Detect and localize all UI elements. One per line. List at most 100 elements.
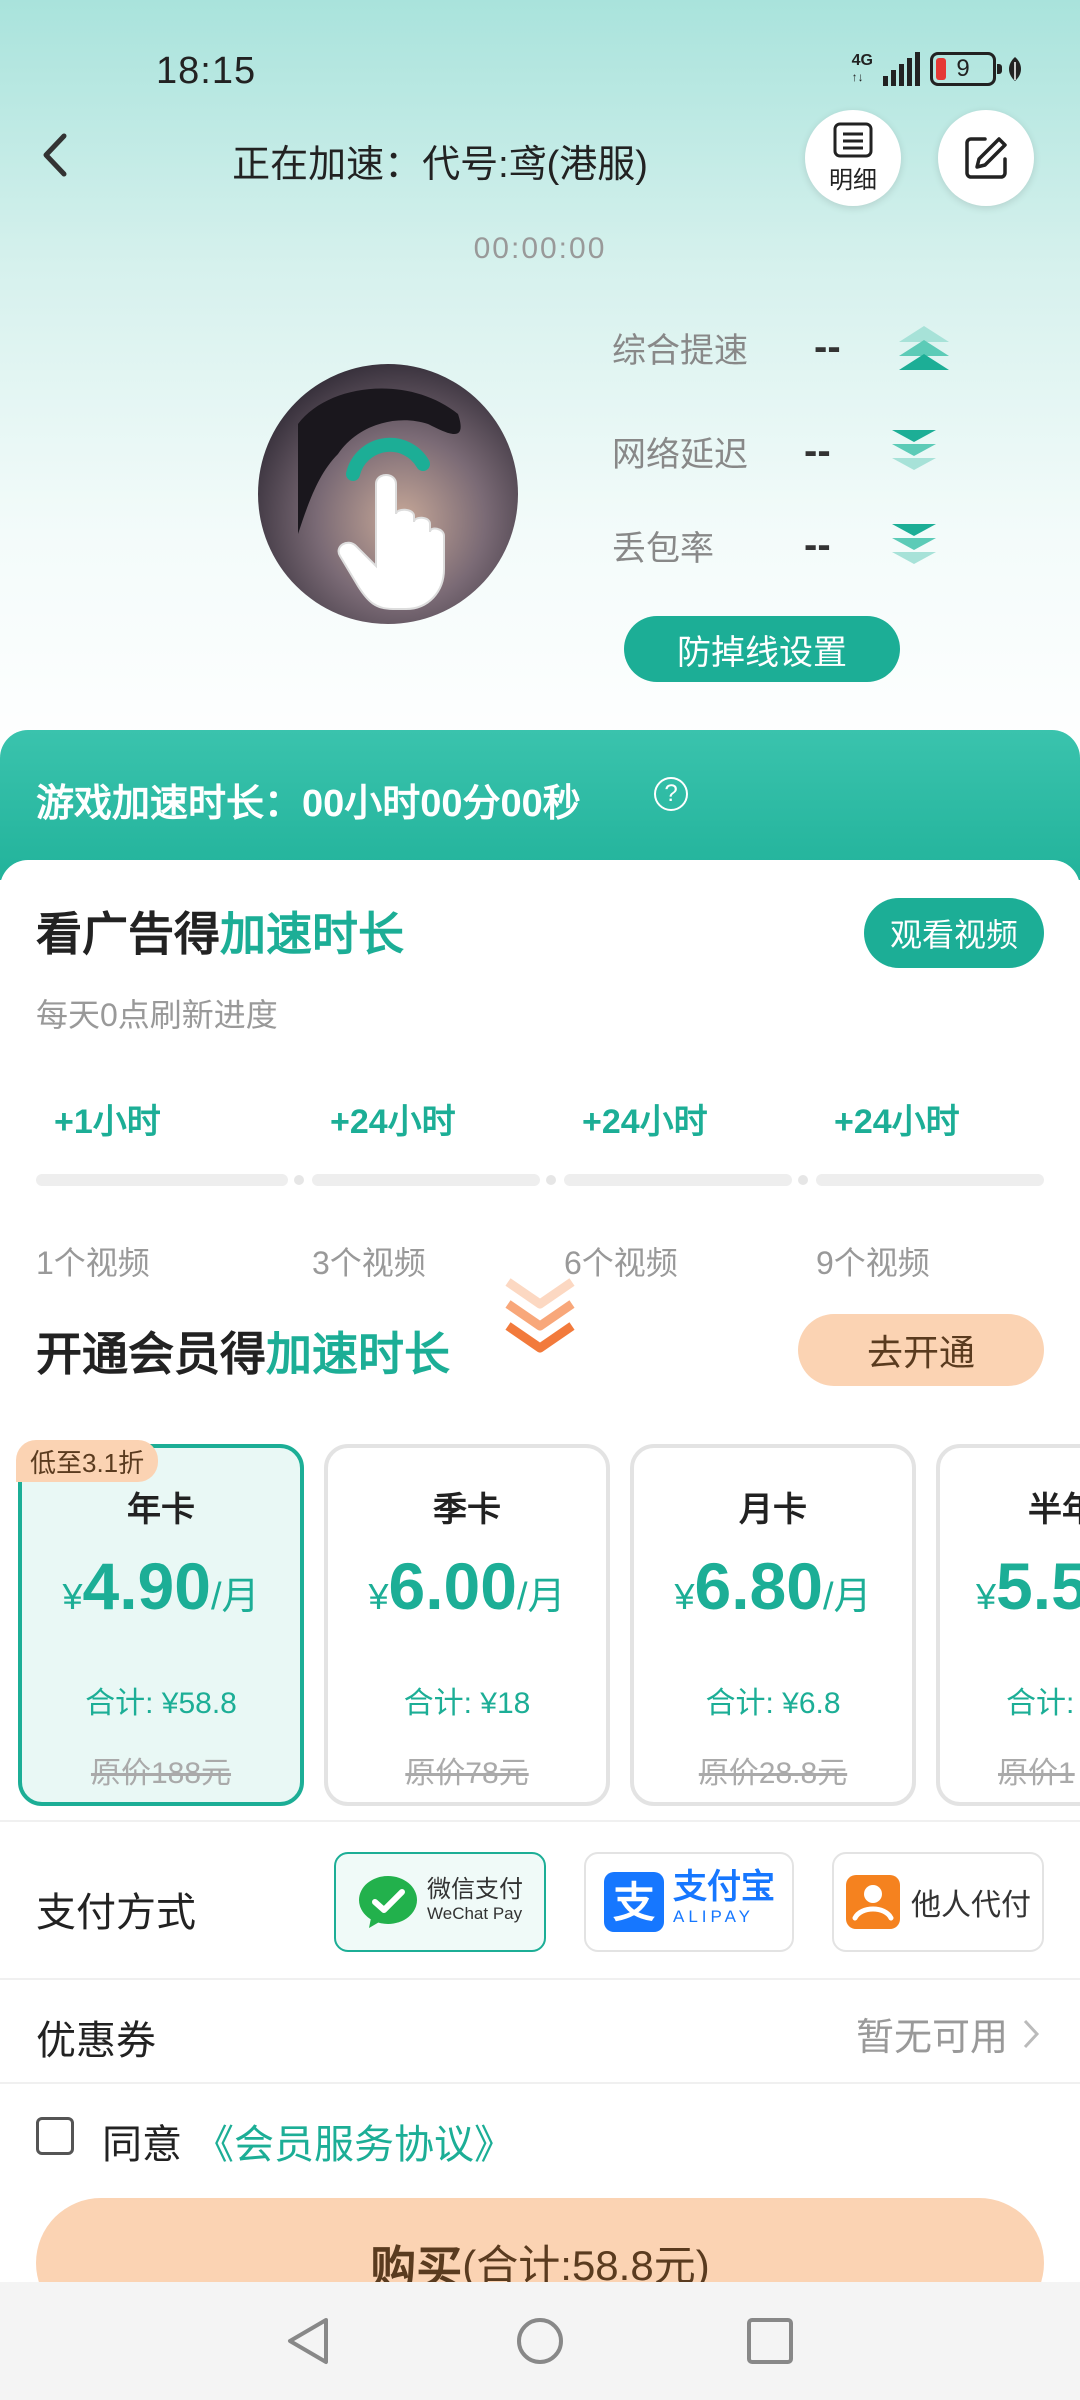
other-pay-label: 他人代付 [911, 1889, 1031, 1922]
video-count: 6个视频 [564, 1245, 678, 1281]
plan-original-price: 原价188元 [90, 1757, 232, 1790]
detail-button[interactable]: 明细 [805, 110, 901, 206]
leaf-icon [1009, 57, 1021, 81]
wechat-label: 微信支付 [427, 1876, 523, 1903]
progress-dot [294, 1175, 304, 1185]
stat-value: -- [814, 324, 841, 369]
detail-label: 明细 [829, 166, 877, 194]
watch-video-button[interactable]: 观看视频 [864, 898, 1044, 968]
plan-price: ¥6.80/月 [674, 1549, 872, 1623]
reward-label: +1小时 [54, 1103, 161, 1141]
network-label: 4G ↑↓ [851, 52, 873, 85]
plan-name: 半年 [1028, 1491, 1080, 1529]
stat-row-speedup: 综合提速 -- [612, 322, 954, 372]
nav-home-icon[interactable] [514, 2314, 566, 2368]
progress-segment [564, 1174, 792, 1186]
ad-section-title: 看广告得加速时长 [36, 908, 404, 960]
friend-pay-icon [846, 1875, 900, 1929]
stat-value: -- [804, 522, 831, 567]
plan-card-half-year[interactable]: 半年 ¥5.5 合计: 原价1 [936, 1444, 1080, 1806]
page-title: 正在加速：代号:鸢(港服) [232, 144, 648, 186]
plan-total: 合计: ¥18 [403, 1687, 531, 1720]
battery-icon: 9 [930, 52, 1002, 86]
progress-dot [798, 1175, 808, 1185]
plan-total: 合计: ¥6.8 [705, 1687, 841, 1720]
alipay-label: 支付宝 [673, 1868, 775, 1906]
alipay-sublabel: ALIPAY [673, 1907, 755, 1926]
agree-checkbox[interactable] [36, 2117, 74, 2155]
tap-icon [298, 388, 461, 610]
plan-name: 季卡 [433, 1491, 501, 1529]
stat-label: 网络延迟 [612, 435, 748, 474]
anti-disconnect-button[interactable]: 防掉线设置 [624, 616, 900, 682]
other-pay-option[interactable]: 他人代付 [832, 1852, 1044, 1952]
video-count: 9个视频 [816, 1245, 930, 1281]
plan-card-quarter[interactable]: 季卡 ¥6.00/月 合计: ¥18 原价78元 [324, 1444, 610, 1806]
reward-label: +24小时 [330, 1103, 456, 1141]
plan-card-year[interactable]: 年卡 ¥4.90/月 合计: ¥58.8 原价188元 [18, 1444, 304, 1806]
stat-label: 丢包率 [612, 529, 714, 568]
stat-label: 综合提速 [612, 331, 748, 370]
status-icons: 4G ↑↓ 9 [852, 52, 1024, 86]
plan-original-price: 原价1 [998, 1757, 1075, 1790]
signal-icon [883, 52, 920, 86]
back-icon[interactable] [36, 130, 76, 180]
chevron-down-icon [505, 1278, 575, 1353]
speed-up-icon [899, 326, 949, 370]
plan-price: ¥6.00/月 [368, 1549, 566, 1623]
edit-icon [965, 137, 1007, 179]
plan-total: 合计: [1006, 1687, 1075, 1720]
progress-segment [816, 1174, 1044, 1186]
wechat-sublabel: WeChat Pay [427, 1904, 523, 1923]
divider [0, 1820, 1080, 1822]
plan-name: 月卡 [739, 1491, 807, 1529]
video-count: 3个视频 [312, 1245, 426, 1281]
discount-badge: 低至3.1折 [16, 1440, 159, 1482]
svg-text:支: 支 [613, 1878, 655, 1927]
member-section-title: 开通会员得加速时长 [36, 1328, 450, 1380]
alipay-icon: 支 [604, 1872, 664, 1932]
payment-label: 支付方式 [36, 1891, 196, 1935]
plan-original-price: 原价28.8元 [698, 1757, 848, 1790]
ad-refresh-note: 每天0点刷新进度 [36, 997, 278, 1033]
plan-card-month[interactable]: 月卡 ¥6.80/月 合计: ¥6.8 原价28.8元 [630, 1444, 916, 1806]
alipay-option[interactable]: 支 支付宝 ALIPAY [584, 1852, 794, 1952]
stat-row-packet-loss: 丢包率 -- [612, 520, 944, 570]
header-background [0, 0, 1080, 760]
plan-price: ¥5.5 [976, 1549, 1080, 1623]
plan-original-price: 原价78元 [405, 1757, 529, 1790]
coupon-value[interactable]: 暂无可用 [856, 2006, 1040, 2061]
plan-clip: 半年 ¥5.5 合计: 原价1 [936, 1444, 1080, 1806]
coupon-label: 优惠券 [36, 2019, 156, 2063]
loss-down-icon [892, 524, 936, 564]
game-avatar[interactable] [258, 364, 518, 624]
divider [0, 2082, 1080, 2084]
service-agreement-link[interactable]: 《会员服务协议》 [194, 2112, 514, 2170]
latency-down-icon [892, 430, 936, 470]
plan-name: 年卡 [127, 1491, 195, 1529]
reward-label: +24小时 [582, 1103, 708, 1141]
accel-timer: 00:00:00 [473, 232, 607, 265]
game-time-label: 游戏加速时长：00小时00分00秒 [36, 783, 581, 825]
nav-recents-icon[interactable] [744, 2314, 796, 2368]
nav-back-icon[interactable] [282, 2314, 334, 2368]
reward-label: +24小时 [834, 1103, 960, 1141]
progress-segment [36, 1174, 288, 1186]
status-time: 18:15 [156, 50, 257, 92]
progress-segment [312, 1174, 540, 1186]
stat-value: -- [804, 428, 831, 473]
progress-dot [546, 1175, 556, 1185]
chevron-right-icon [1023, 2019, 1040, 2048]
question-icon[interactable]: ? [654, 777, 688, 811]
list-icon [833, 122, 873, 157]
agree-label: 同意 [102, 2123, 182, 2167]
stat-row-latency: 网络延迟 -- [612, 426, 944, 476]
open-membership-button[interactable]: 去开通 [798, 1314, 1044, 1386]
wechat-icon [359, 1876, 417, 1928]
divider [0, 1978, 1080, 1980]
wechat-pay-option[interactable]: 微信支付 WeChat Pay [334, 1852, 546, 1952]
plan-price: ¥4.90/月 [62, 1549, 260, 1623]
plan-total: 合计: ¥58.8 [85, 1687, 237, 1720]
edit-button[interactable] [938, 110, 1034, 206]
video-count: 1个视频 [36, 1245, 150, 1281]
